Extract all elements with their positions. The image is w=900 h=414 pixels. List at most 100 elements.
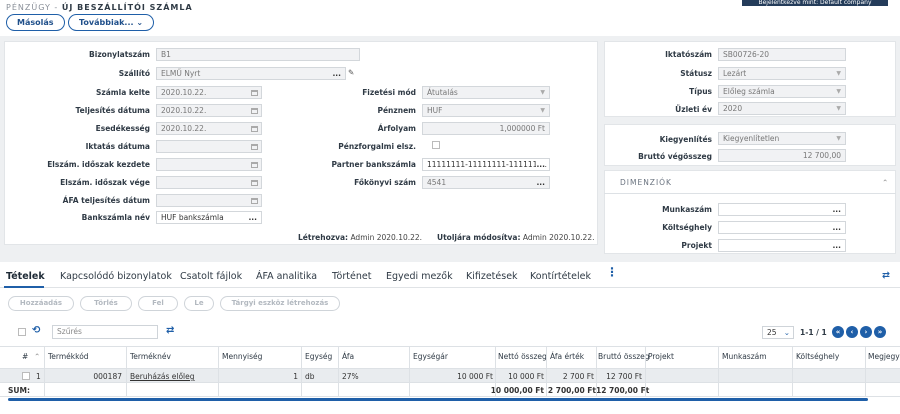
- calendar-icon[interactable]: [251, 90, 258, 96]
- horizontal-scrollbar[interactable]: [8, 398, 868, 401]
- col-header-termeknev[interactable]: Terméknév: [130, 352, 171, 361]
- teljesites-label: Teljesítés dátuma: [75, 106, 150, 115]
- lookup-dots-icon[interactable]: ...: [832, 222, 841, 233]
- bizonylatszam-field[interactable]: B1: [156, 48, 360, 61]
- uzleti-ev-select[interactable]: 2020 ▼: [718, 102, 846, 115]
- move-up-button[interactable]: Fel: [138, 296, 178, 311]
- col-header-projekt[interactable]: Projekt: [648, 352, 674, 361]
- penzforgalmi-checkbox[interactable]: [432, 141, 440, 149]
- afa-teljesites-field[interactable]: [156, 194, 262, 207]
- calendar-icon[interactable]: [251, 126, 258, 132]
- col-header-megjegyzes[interactable]: Megjegyzés: [868, 352, 900, 361]
- iktatoszam-field[interactable]: SB00726-20: [718, 48, 846, 61]
- bankszamla-nev-label: Bankszámla név: [81, 213, 150, 222]
- iktatas-field[interactable]: [156, 140, 262, 153]
- prev-page-icon[interactable]: ‹: [846, 326, 858, 338]
- col-header-afa-ertek[interactable]: Áfa érték: [550, 352, 584, 361]
- calendar-icon[interactable]: [251, 198, 258, 204]
- col-header-netto[interactable]: Nettó összeg: [498, 352, 547, 361]
- lookup-dots-icon[interactable]: ...: [248, 212, 257, 223]
- chevron-up-icon[interactable]: ⌃: [882, 178, 888, 187]
- col-header-koltseghely[interactable]: Költséghely: [796, 352, 839, 361]
- esedekesseg-field[interactable]: 2020.10.22.: [156, 122, 262, 135]
- fokonyvi-szam-field[interactable]: 4541...: [422, 176, 550, 189]
- brutto-vegosszeg-field[interactable]: 12 700,00: [718, 149, 846, 162]
- lookup-dots-icon[interactable]: ...: [332, 68, 341, 79]
- copy-button[interactable]: Másolás: [6, 14, 65, 31]
- col-divider: [596, 346, 597, 396]
- lookup-dots-icon[interactable]: ...: [536, 159, 545, 170]
- move-down-button[interactable]: Le: [184, 296, 214, 311]
- tab-egyedi-mezok[interactable]: Egyedi mezők: [386, 271, 453, 282]
- modified-info: Utoljára módosítva: Admin 2020.10.22.: [437, 233, 595, 242]
- calendar-icon[interactable]: [251, 108, 258, 114]
- row-divider: [0, 368, 900, 369]
- row-egyseg: db: [305, 372, 315, 381]
- row-termeknev-link[interactable]: Beruházás előleg: [130, 372, 195, 381]
- more-tabs-icon[interactable]: ⋮: [606, 265, 618, 279]
- row-termekkod: 000187: [93, 372, 122, 381]
- tab-tetelek[interactable]: Tételek: [6, 271, 45, 282]
- calendar-icon[interactable]: [251, 180, 258, 186]
- projekt-field[interactable]: ...: [718, 239, 846, 252]
- col-header-brutto[interactable]: Bruttó összeg: [598, 352, 650, 361]
- teljesites-field[interactable]: 2020.10.22.: [156, 104, 262, 117]
- swap-icon[interactable]: ⇄: [882, 270, 890, 281]
- tab-afa-analitika[interactable]: ÁFA analitika: [256, 271, 317, 282]
- tab-kifizetesek[interactable]: Kifizetések: [466, 271, 518, 282]
- col-header-munkaszam[interactable]: Munkaszám: [722, 352, 767, 361]
- delete-row-button[interactable]: Törlés: [80, 296, 132, 311]
- last-page-icon[interactable]: »: [874, 326, 886, 338]
- col-header-number[interactable]: #: [22, 352, 28, 361]
- szamla-kelte-field[interactable]: 2020.10.22.: [156, 86, 262, 99]
- edit-icon[interactable]: ✎: [348, 68, 354, 77]
- refresh-icon[interactable]: ⟲: [32, 325, 40, 336]
- tab-csatolt-fajlok[interactable]: Csatolt fájlok: [180, 271, 242, 282]
- tab-kontirtetelek[interactable]: Kontírtételek: [530, 271, 591, 282]
- col-divider: [718, 346, 719, 396]
- partner-bankszamla-field[interactable]: 11111111-11111111-11111111...: [422, 158, 550, 171]
- user-info: Bejelentkezve mint: Default company: [742, 0, 888, 6]
- top-bar: PÉNZÜGY - ÚJ BESZÁLLÍTÓI SZÁMLA Bejelent…: [0, 0, 900, 36]
- szallito-field[interactable]: ELMŰ Nyrt...: [156, 67, 346, 80]
- more-button[interactable]: Továbbiak... ⌄: [68, 14, 155, 31]
- elsz-vege-label: Elszám. időszak vége: [60, 178, 150, 187]
- col-header-egyseg[interactable]: Egység: [305, 352, 332, 361]
- statusz-select[interactable]: Lezárt ▼: [718, 67, 846, 80]
- tab-bar: Tételek Kapcsolódó bizonylatok Csatolt f…: [0, 262, 900, 288]
- sort-up-icon[interactable]: ⌃: [34, 352, 40, 361]
- lookup-dots-icon[interactable]: ...: [832, 204, 841, 215]
- swap-icon[interactable]: ⇄: [166, 325, 174, 336]
- tipus-select[interactable]: Előleg számla ▼: [718, 85, 846, 98]
- fizetesi-mod-select[interactable]: Átutalás ▼: [422, 86, 550, 99]
- row-checkbox[interactable]: [22, 372, 30, 380]
- col-header-mennyiseg[interactable]: Mennyiség: [222, 352, 262, 361]
- koltseghely-field[interactable]: ...: [718, 221, 846, 234]
- select-all-checkbox[interactable]: [18, 328, 26, 336]
- elsz-kezdete-field[interactable]: [156, 158, 262, 171]
- penznem-select[interactable]: HUF ▼: [422, 104, 550, 117]
- col-header-termekkod[interactable]: Termékkód: [48, 352, 89, 361]
- tab-kapcsolodo-bizonylatok[interactable]: Kapcsolódó bizonylatok: [60, 271, 172, 282]
- filter-input[interactable]: Szűrés: [52, 325, 158, 339]
- first-page-icon[interactable]: «: [832, 326, 844, 338]
- arfolyam-field[interactable]: 1,000000 Ft: [422, 122, 550, 135]
- projekt-label: Projekt: [681, 241, 712, 250]
- lookup-dots-icon[interactable]: ...: [832, 240, 841, 251]
- add-row-button[interactable]: Hozzáadás: [8, 296, 74, 311]
- next-page-icon[interactable]: ›: [860, 326, 872, 338]
- page-size-select[interactable]: 25 ⌄: [762, 326, 794, 339]
- kiegyenlites-select[interactable]: Kiegyenlítetlen ▼: [718, 132, 846, 145]
- bankszamla-nev-field[interactable]: HUF bankszámla...: [156, 211, 262, 224]
- calendar-icon[interactable]: [251, 144, 258, 150]
- create-asset-button[interactable]: Tárgyi eszköz létrehozás: [220, 296, 340, 311]
- col-header-afa[interactable]: Áfa: [342, 352, 354, 361]
- col-header-egysegar[interactable]: Egységár: [413, 352, 448, 361]
- lookup-dots-icon[interactable]: ...: [536, 177, 545, 188]
- elsz-vege-field[interactable]: [156, 176, 262, 189]
- col-divider: [338, 346, 339, 396]
- munkaszam-field[interactable]: ...: [718, 203, 846, 216]
- calendar-icon[interactable]: [251, 162, 258, 168]
- tab-tortenet[interactable]: Történet: [332, 271, 371, 282]
- breadcrumb-section[interactable]: PÉNZÜGY: [6, 3, 51, 12]
